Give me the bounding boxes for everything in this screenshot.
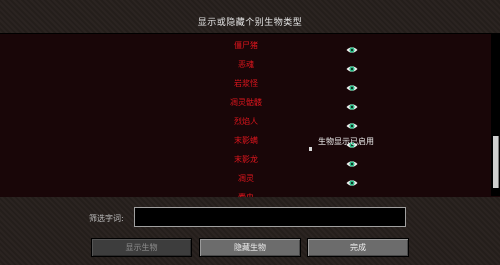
eye-icon[interactable] — [346, 59, 358, 72]
screen-title: 显示或隐藏个别生物类型 — [197, 18, 303, 28]
mob-label: 凋灵骷髅 — [230, 98, 262, 107]
mob-list-item[interactable]: 凋灵 — [200, 169, 358, 188]
eye-icon[interactable] — [346, 78, 358, 91]
mob-label: 末影螨 — [234, 136, 258, 145]
mob-label: 烈焰人 — [234, 117, 258, 126]
mob-list-item[interactable]: 恶魂 — [200, 55, 358, 74]
eye-icon[interactable] — [346, 40, 358, 53]
mob-label: 恶魂 — [238, 60, 254, 69]
mob-label: 僵尸猪 — [234, 41, 258, 50]
mob-list-item[interactable]: 岩浆怪 — [200, 74, 358, 93]
eye-icon[interactable] — [346, 173, 358, 186]
mob-label: 末影龙 — [234, 155, 258, 164]
show-mobs-button[interactable]: 显示生物 — [91, 238, 192, 257]
mob-label: 凋灵 — [238, 174, 254, 183]
scrollbar-thumb[interactable] — [493, 136, 499, 188]
mob-label: 岩浆怪 — [234, 79, 258, 88]
tooltip: 生物显示已启用 — [318, 137, 374, 146]
mob-list-item[interactable]: 末影螨 — [200, 131, 358, 150]
filter-input[interactable] — [134, 207, 406, 227]
hide-mobs-button[interactable]: 隐藏生物 — [199, 238, 301, 257]
mob-list-item[interactable]: 烈焰人 — [200, 112, 358, 131]
mouse-cursor — [309, 147, 312, 151]
done-button[interactable]: 完成 — [307, 238, 409, 257]
eye-icon[interactable] — [346, 116, 358, 129]
mob-list-item[interactable]: 僵尸猪 — [200, 36, 358, 55]
eye-icon[interactable] — [346, 154, 358, 167]
mob-list-item[interactable]: 末影龙 — [200, 150, 358, 169]
filter-label: 筛选字词: — [89, 214, 124, 223]
mob-list-item[interactable]: 凋灵骷髅 — [200, 93, 358, 112]
eye-icon[interactable] — [346, 97, 358, 110]
